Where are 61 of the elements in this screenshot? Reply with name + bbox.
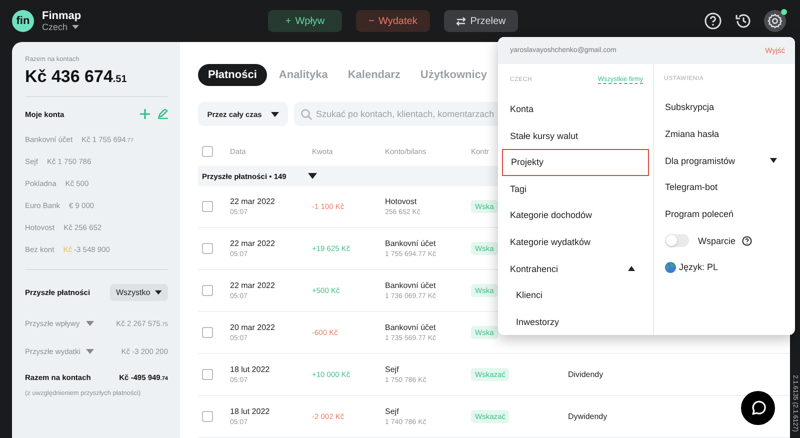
select-all-checkbox[interactable] (202, 146, 213, 156)
menu-item[interactable]: Tagi (502, 176, 649, 202)
menu-item[interactable]: Kontrahenci (502, 255, 649, 282)
caret-icon (72, 24, 79, 30)
menu-item[interactable]: Dla programistów (664, 147, 785, 174)
tab[interactable]: Płatności (198, 64, 267, 86)
date-cell-text: 22 mar 2022 (230, 197, 276, 206)
total-decimals: .51 (112, 74, 127, 85)
caret-icon (270, 112, 279, 116)
row-checkbox[interactable] (202, 369, 213, 380)
add-icon[interactable] (140, 109, 150, 119)
row-checkbox[interactable] (202, 327, 213, 338)
logo: fin (12, 10, 34, 32)
row-checkbox[interactable] (202, 411, 213, 422)
category-cell: Dividendy (568, 370, 604, 379)
menu-item[interactable]: Kategorie wydatków (502, 228, 649, 256)
menu-item[interactable]: Klienci (502, 282, 649, 308)
date-cell-text: 18 lut 2022 (230, 407, 271, 416)
company-selector[interactable]: Czech (42, 22, 82, 32)
expense-button[interactable]: − Wydatek (356, 10, 430, 32)
account-cell-text: Sejf (385, 407, 400, 416)
account-cell-text: Bankovní účet (385, 281, 437, 290)
date-cell-text: 22 mar 2022 (230, 239, 276, 248)
row-checkbox[interactable] (202, 243, 213, 254)
history-icon[interactable] (734, 12, 752, 30)
account-cell-text: Sejf (385, 365, 400, 374)
menu-item[interactable]: Subskrypcja (664, 94, 785, 121)
caret-icon (155, 290, 162, 295)
app-name: Finmap (42, 10, 82, 22)
filter-dropdown[interactable]: Wszystko (110, 284, 168, 301)
caret-icon (86, 320, 94, 326)
edit-icon[interactable] (158, 109, 168, 119)
globe-icon (665, 262, 676, 273)
category-cell: Dywidendy (568, 412, 608, 421)
account-cell-text: Hotovost (385, 197, 418, 206)
language-selector[interactable]: Język: PL (664, 254, 785, 281)
chat-icon (749, 399, 767, 417)
account-cell-text: Bankovní účet (385, 239, 437, 248)
support-toggle[interactable] (665, 234, 689, 248)
menu-item[interactable]: Inwestorzy (502, 308, 649, 335)
menu-item[interactable]: Projekty (502, 148, 649, 176)
transfer-icon (456, 16, 466, 26)
row-checkbox[interactable] (202, 201, 213, 212)
menu-item[interactable]: Telegram-bot (664, 174, 785, 201)
menu-item[interactable]: Zmiana hasła (664, 120, 785, 148)
help-icon[interactable] (742, 236, 752, 246)
total-amount: Kč 436 674 (25, 67, 113, 86)
date-cell-text: 20 mar 2022 (230, 323, 276, 332)
settings-button[interactable] (764, 10, 786, 32)
toggle-label: Wsparcie (698, 236, 736, 246)
search-icon (301, 108, 312, 120)
account-cell-text: Bankovní účet (385, 323, 437, 332)
menu-item[interactable]: Kategorie dochodów (502, 202, 649, 229)
row-checkbox[interactable] (202, 285, 213, 296)
date-cell-text: 22 mar 2022 (230, 281, 276, 290)
income-button[interactable]: + Wpływ (268, 10, 342, 32)
menu-item[interactable]: Program poleceń (664, 200, 785, 228)
settings-icon (767, 13, 783, 29)
caret-icon (86, 348, 94, 354)
date-cell-text: 18 lut 2022 (230, 365, 271, 374)
transfer-button[interactable]: Przelew (444, 10, 518, 32)
